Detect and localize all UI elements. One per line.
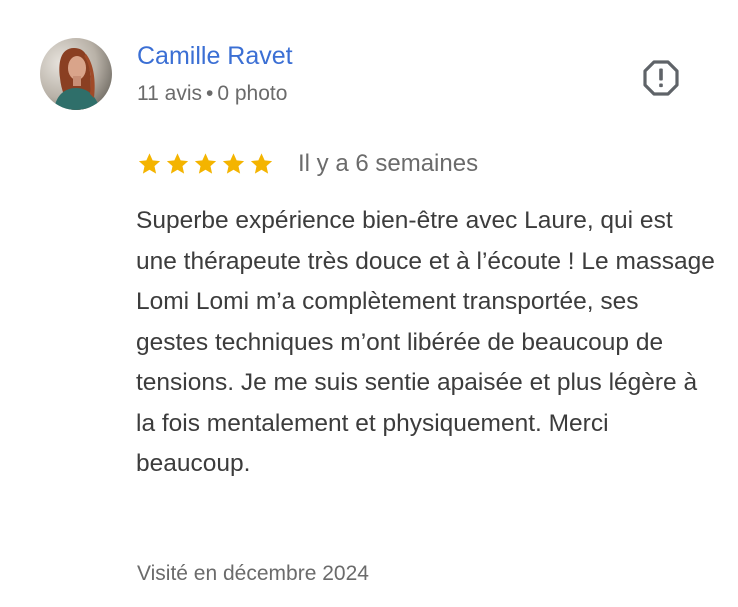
star-icon (166, 153, 189, 174)
author-meta: 11 avis • 0 photo (137, 81, 287, 107)
alert-octagon-icon (643, 60, 679, 96)
review-text: Superbe expérience bien-être avec Laure,… (136, 207, 715, 477)
star-icon (222, 153, 245, 174)
visit-date: Visité en décembre 2024 (137, 562, 369, 585)
avatar-image (40, 38, 112, 110)
photos-count: 0 photo (217, 82, 288, 105)
author-name[interactable]: Camille Ravet (137, 41, 293, 71)
star-icon (138, 153, 161, 174)
star-rating (136, 151, 276, 177)
rating-row: Il y a 6 semaines (136, 148, 478, 180)
star-icon (194, 153, 217, 174)
reviews-count: 11 avis (137, 82, 202, 105)
avatar[interactable] (40, 38, 112, 110)
star-icon (250, 153, 273, 174)
report-button[interactable] (640, 57, 682, 99)
review-card: Camille Ravet 11 avis • 0 photo Il y a 6 s… (0, 0, 738, 607)
meta-separator: • (205, 82, 214, 105)
review-date: Il y a 6 semaines (298, 150, 479, 177)
